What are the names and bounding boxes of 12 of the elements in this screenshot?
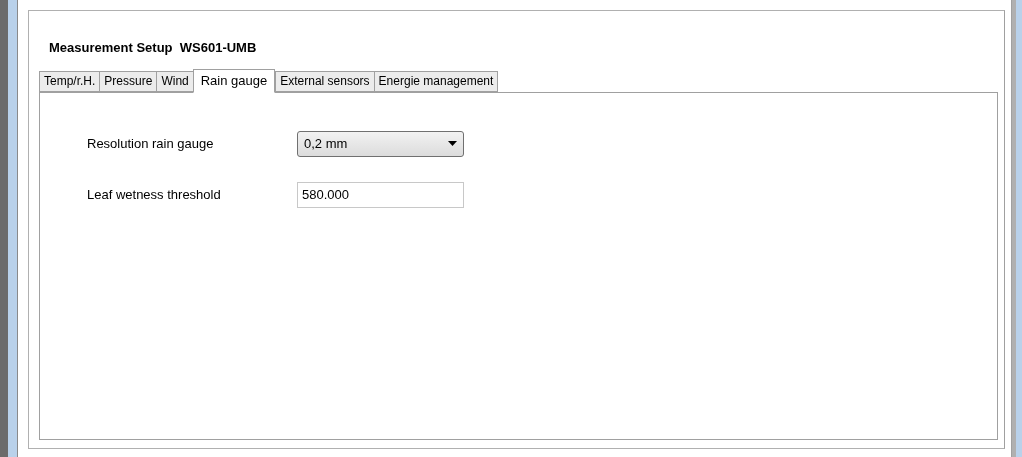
tab[interactable]: External sensors bbox=[275, 70, 375, 92]
field-label: Resolution rain gauge bbox=[87, 134, 215, 153]
resolution-dropdown[interactable]: 0,2 mm bbox=[297, 130, 464, 157]
tab[interactable]: Wind bbox=[156, 70, 194, 92]
field-label: Leaf wetness threshold bbox=[87, 185, 222, 204]
tab[interactable]: Pressure bbox=[99, 70, 158, 92]
tab[interactable]: Energie management bbox=[373, 70, 499, 92]
caret-icon bbox=[448, 141, 457, 146]
tab[interactable]: Rain gauge bbox=[192, 68, 276, 93]
tab[interactable]: Temp/r.H. bbox=[39, 70, 101, 92]
section-title: Measurement Setup WS601-UMB bbox=[49, 39, 258, 57]
input-field[interactable]: 580.000 bbox=[297, 181, 464, 208]
